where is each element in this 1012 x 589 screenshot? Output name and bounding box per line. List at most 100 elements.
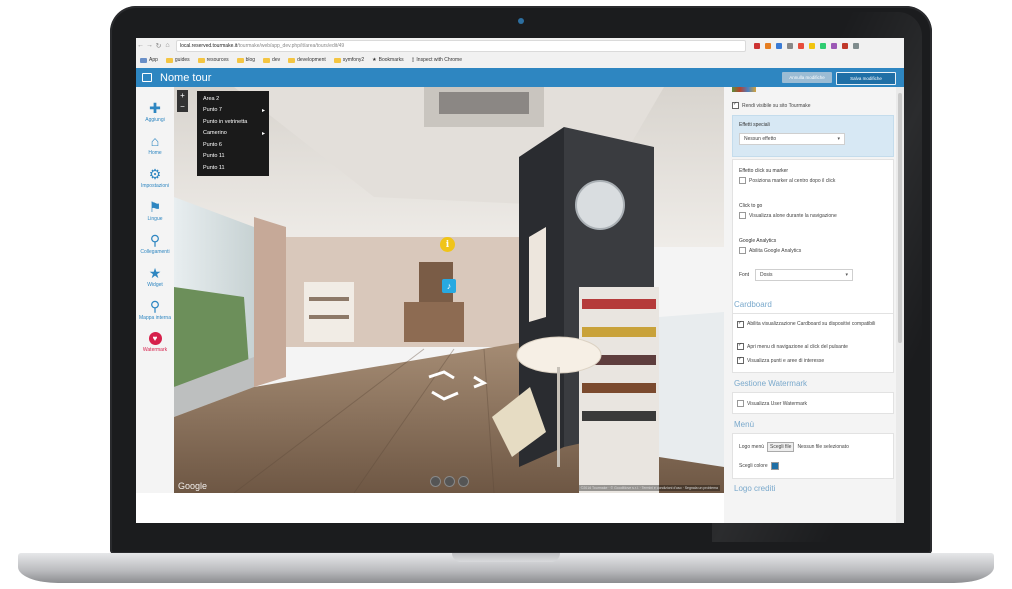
folder-icon (197, 57, 205, 63)
sidebar-item-watermark[interactable]: ♥ Watermark (136, 332, 174, 353)
extension-icon[interactable] (776, 42, 782, 49)
home-icon: ⌂ (150, 133, 160, 149)
checkbox[interactable] (737, 342, 744, 350)
extension-icon[interactable] (787, 42, 793, 49)
page-icon: ▯ (411, 57, 415, 63)
menu-item-label: Punto 11 (203, 164, 225, 171)
menu-item[interactable]: Punto 7 ▸ (197, 105, 269, 117)
bookmark-label: symfony2 (342, 57, 365, 63)
audio-hotspot-icon[interactable]: ♪ (442, 279, 456, 293)
zoom-in-button[interactable]: + (180, 91, 185, 100)
font-select[interactable]: Dosis (755, 269, 853, 281)
panorama-viewer[interactable]: + − Area 2 Punto 7 ▸ Punto in vetrinetta … (174, 87, 724, 493)
bookmark-folder[interactable]: resources (197, 57, 229, 63)
cancel-button[interactable]: Annulla modifiche (782, 72, 832, 83)
analytics-row[interactable]: Abilita Google Analytics (739, 247, 801, 254)
color-picker[interactable] (770, 462, 779, 470)
bookmark-folder[interactable]: guides (165, 57, 190, 63)
info-hotspot-icon[interactable]: i (440, 237, 455, 252)
sidebar-item-aggiungi[interactable]: ✚ Aggiungi (136, 101, 174, 123)
bookmark-folder[interactable]: dev (263, 57, 280, 63)
screen: ← → ↻ ⌂ local.reserved.tourmake.it /tour… (136, 38, 904, 523)
color-row: Scegli colore (739, 462, 779, 470)
cardboard-opt3-row[interactable]: Visualizza punti e aree di interesse (737, 356, 825, 364)
back-icon[interactable]: ← (136, 42, 145, 49)
link-icon: ⚲ (149, 232, 161, 248)
sidebar-item-lingue[interactable]: ⚑ Lingue (136, 200, 174, 222)
extension-icon[interactable] (820, 42, 826, 49)
apps-icon (140, 57, 147, 63)
cardboard-opt1-row[interactable]: Abilita visualizzazione Cardboard su dis… (737, 320, 887, 328)
folder-icon (263, 57, 271, 63)
field-label: Scegli colore (739, 463, 768, 469)
sidebar-item-collegamenti[interactable]: ⚲ Collegamenti (136, 233, 174, 255)
field-label: Click to go (739, 203, 763, 209)
checkbox[interactable] (737, 320, 744, 328)
bookmark-label: Bookmarks (378, 57, 404, 63)
cardboard-opt2-row[interactable]: Apri menu di navigazione al click del pu… (737, 342, 848, 350)
tour-title[interactable]: Nome tour (160, 72, 211, 84)
sidebar-item-label: Aggiungi (145, 117, 165, 123)
bookmark-star[interactable]: ★ Bookmarks (372, 57, 404, 63)
watermark-card: Visualizza User Watermark (732, 392, 894, 414)
menu-item[interactable]: Camerino ▸ (197, 128, 269, 140)
checkbox-label: Visualizza punti e aree di interesse (747, 357, 825, 364)
control-button[interactable] (444, 476, 455, 487)
menu-card: Logo menù Scegli file Nessun file selezi… (732, 433, 894, 479)
folder-icon (288, 57, 296, 63)
cardboard-section-title: Cardboard (734, 300, 772, 309)
panel-scrollbar[interactable] (896, 87, 904, 523)
visible-site-row[interactable]: Rendi visibile su sito Tourmake (732, 101, 811, 109)
sidebar-item-mappa[interactable]: ⚲ Mappa interna (136, 299, 174, 321)
bookmarks-bar: App guides resources blog dev developmen… (136, 53, 904, 67)
home-nav-icon[interactable]: ⌂ (163, 42, 172, 49)
special-effects-select[interactable]: Nessun effetto (739, 133, 845, 145)
menu-icon[interactable] (853, 42, 859, 49)
reload-icon[interactable]: ↻ (154, 42, 163, 50)
bookmark-folder[interactable]: blog (236, 57, 255, 63)
menu-item[interactable]: Punto 11 (197, 162, 269, 174)
extensions (754, 42, 859, 49)
save-button[interactable]: Salva modifiche (836, 72, 896, 85)
sidebar-item-home[interactable]: ⌂ Home (136, 134, 174, 156)
checkbox[interactable] (737, 356, 744, 364)
points-menu: Area 2 Punto 7 ▸ Punto in vetrinetta Came… (197, 91, 269, 176)
control-button[interactable] (430, 476, 441, 487)
menu-item[interactable]: Area 2 (197, 93, 269, 105)
heart-icon: ♥ (148, 332, 162, 345)
control-button[interactable] (458, 476, 469, 487)
watermark-row[interactable]: Visualizza User Watermark (737, 400, 807, 407)
checkbox[interactable] (732, 101, 739, 109)
extension-icon[interactable] (842, 42, 848, 49)
choose-file-button[interactable]: Scegli file (767, 442, 795, 452)
checkbox-label: Apri menu di navigazione al click del pu… (747, 343, 848, 350)
bookmark-apps[interactable]: App (140, 57, 158, 63)
extension-icon[interactable] (798, 42, 804, 49)
checkbox[interactable] (739, 177, 746, 184)
map-credits[interactable]: ©2016 Tourmake · © GoodMove s.r.l. · Ter… (578, 485, 720, 491)
sidebar-item-label: Watermark (142, 347, 168, 353)
click-effect-row[interactable]: Posiziona marker al centro dopo il click (739, 177, 835, 184)
sidebar-item-impostazioni[interactable]: ⚙ Impostazioni (136, 167, 174, 189)
menu-item-label: Area 2 (203, 95, 220, 102)
menu-item[interactable]: Punto 6 (197, 139, 269, 151)
menu-item[interactable]: Punto 11 (197, 151, 269, 163)
bookmark-folder[interactable]: development (288, 57, 326, 63)
bookmark-folder[interactable]: symfony2 (333, 57, 365, 63)
extension-icon[interactable] (765, 42, 771, 49)
click-to-go-row[interactable]: Visualizza alone durante la navigazione (739, 212, 837, 219)
address-bar[interactable]: local.reserved.tourmake.it /tourmake/web… (176, 39, 746, 52)
bookmark-page[interactable]: ▯ Inspect with Chrome (412, 57, 462, 63)
forward-icon[interactable]: → (145, 42, 154, 49)
extension-icon[interactable] (754, 42, 760, 49)
checkbox[interactable] (737, 400, 744, 407)
sidebar-item-widget[interactable]: ★ Widget (136, 266, 174, 288)
checkbox[interactable] (739, 212, 746, 219)
menu-item[interactable]: Punto in vetrinetta (197, 116, 269, 128)
checkbox[interactable] (739, 247, 746, 254)
extension-icon[interactable] (831, 42, 837, 49)
extension-icon[interactable] (809, 42, 815, 49)
scroll-thumb[interactable] (898, 93, 902, 343)
zoom-out-button[interactable]: − (180, 102, 185, 111)
pen-row (582, 383, 656, 393)
